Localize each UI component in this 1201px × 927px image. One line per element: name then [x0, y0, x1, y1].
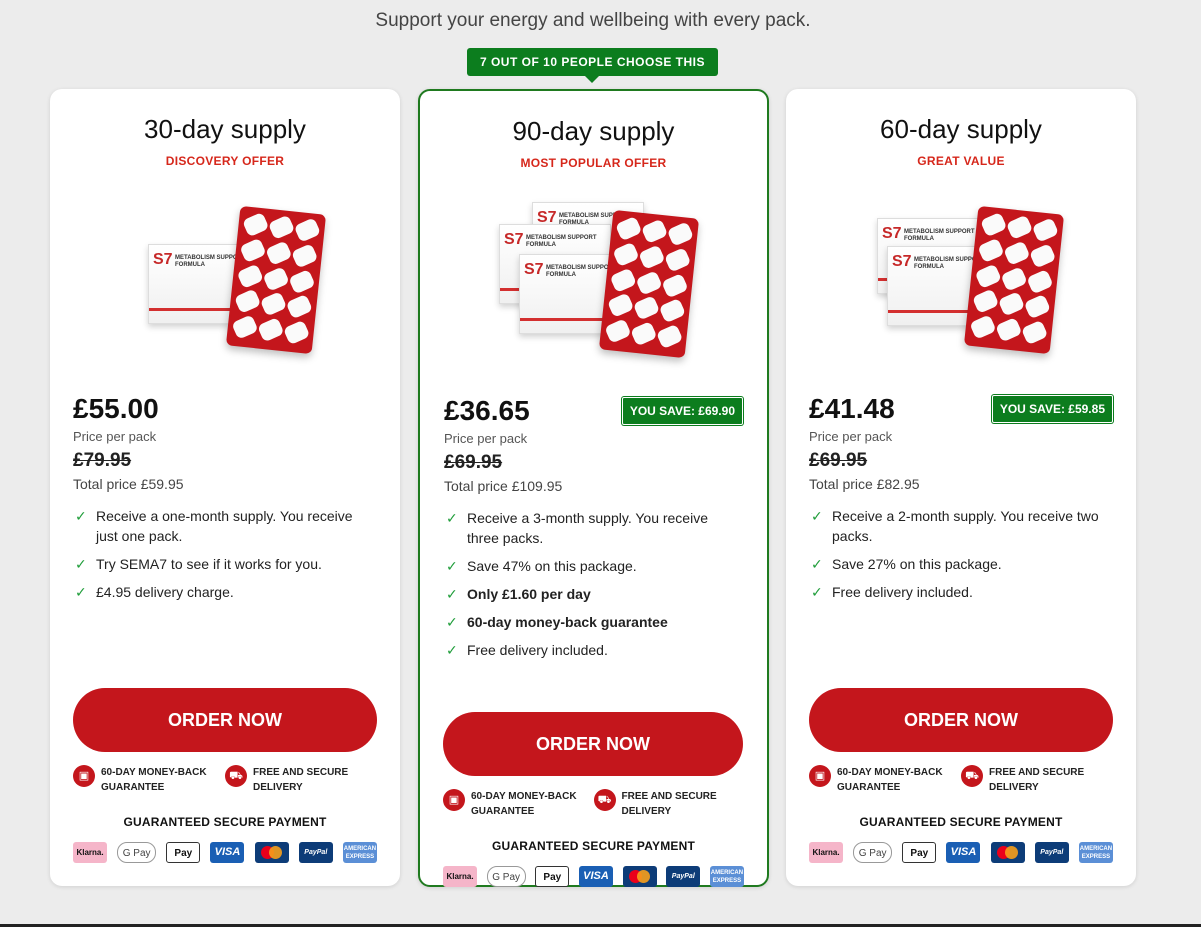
feature-item: ✓ Receive a one-month supply. You receive…: [75, 508, 353, 544]
amex-icon: AMERICAN EXPRESS: [342, 842, 377, 863]
secure-payment-title: GUARANTEED SECURE PAYMENT: [859, 815, 1063, 829]
wallet-icon: ▣: [443, 789, 465, 811]
visa-icon: VISA: [946, 842, 981, 863]
total-price: Total price £109.95: [444, 478, 563, 494]
payment-methods: Klarna. G Pay Pay VISA PayPal AMERICAN E…: [443, 866, 744, 888]
you-save-badge: YOU SAVE: £69.90: [621, 397, 743, 425]
apple-pay-icon: Pay: [902, 842, 937, 863]
plan-card-30-day: 30-day supply DISCOVERY OFFER S7 METABOL…: [50, 89, 400, 886]
old-price: £79.95: [73, 450, 132, 471]
secure-payment-title: GUARANTEED SECURE PAYMENT: [123, 815, 327, 829]
price-per-pack-label: Price per pack: [444, 431, 528, 446]
check-icon: ✓: [446, 586, 458, 602]
feature-item: ✓ £4.95 delivery charge.: [75, 584, 234, 600]
blister-pack: [963, 205, 1065, 355]
plan-card-90-day: 90-day supply MOST POPULAR OFFER S7 META…: [418, 89, 769, 887]
paypal-icon: PayPal: [1034, 842, 1069, 863]
product-image: S7 METABOLISM SUPPORT FORMULA S7 METABOLI…: [444, 190, 743, 395]
feature-list: ✓ Receive a 2-month supply. You receive t…: [809, 506, 1113, 602]
feature-item: ✓ Receive a 3-month supply. You receive t…: [446, 510, 708, 546]
plan-title: 30-day supply: [144, 114, 306, 144]
truck-icon: ⛟: [225, 765, 247, 787]
check-icon: ✓: [811, 508, 823, 524]
apple-pay-icon: Pay: [535, 866, 570, 887]
check-icon: ✓: [811, 556, 823, 572]
price-per-pack-label: Price per pack: [73, 429, 157, 444]
price-per-pack-label: Price per pack: [809, 429, 893, 444]
order-now-button[interactable]: ORDER NOW: [73, 688, 377, 752]
check-icon: ✓: [75, 556, 87, 572]
feature-item: ✓ Free delivery included.: [446, 642, 608, 658]
paypal-icon: PayPal: [298, 842, 333, 863]
plan-title: 60-day supply: [880, 114, 1042, 144]
feature-item: ✓ 60-day money-back guarantee: [446, 614, 668, 630]
paypal-icon: PayPal: [666, 866, 701, 887]
visa-icon: VISA: [578, 866, 613, 887]
free-delivery: FREE AND SECURE DELIVERY: [989, 767, 1085, 793]
page-subtitle: Support your energy and wellbeing with e…: [375, 10, 811, 31]
truck-icon: ⛟: [961, 765, 983, 787]
google-pay-icon: G Pay: [486, 866, 526, 887]
money-back-guarantee: 60-DAY MONEY-BACK GUARANTEE: [101, 767, 207, 793]
amex-icon: AMERICAN EXPRESS: [709, 866, 744, 887]
check-icon: ✓: [811, 584, 823, 600]
feature-list: ✓ Receive a one-month supply. You receive…: [73, 506, 377, 602]
blister-pack: [225, 205, 327, 355]
klarna-icon: Klarna.: [809, 842, 843, 863]
plan-card-60-day: 60-day supply GREAT VALUE S7 METABOLISM …: [786, 89, 1136, 886]
wallet-icon: ▣: [809, 765, 831, 787]
mastercard-icon: [622, 866, 657, 887]
plan-title: 90-day supply: [512, 116, 675, 146]
feature-item: ✓ Receive a 2-month supply. You receive t…: [811, 508, 1099, 544]
offer-label: MOST POPULAR OFFER: [520, 156, 667, 170]
check-icon: ✓: [446, 510, 458, 526]
offer-label: DISCOVERY OFFER: [165, 154, 285, 168]
check-icon: ✓: [446, 558, 458, 574]
amex-icon: AMERICAN EXPRESS: [1078, 842, 1113, 863]
apple-pay-icon: Pay: [166, 842, 201, 863]
money-back-guarantee: 60-DAY MONEY-BACK GUARANTEE: [471, 791, 577, 817]
order-now-button[interactable]: ORDER NOW: [809, 688, 1113, 752]
check-icon: ✓: [446, 614, 458, 630]
visa-icon: VISA: [210, 842, 245, 863]
money-back-guarantee: 60-DAY MONEY-BACK GUARANTEE: [837, 767, 943, 793]
price-per-pack: £55.00: [73, 393, 159, 424]
offer-label: GREAT VALUE: [917, 154, 1005, 168]
feature-item: ✓ Save 47% on this package.: [446, 558, 637, 574]
total-price: Total price £82.95: [809, 476, 920, 492]
wallet-icon: ▣: [73, 765, 95, 787]
old-price: £69.95: [444, 452, 503, 473]
check-icon: ✓: [75, 508, 87, 524]
check-icon: ✓: [75, 584, 87, 600]
guarantees-row: ▣ 60-DAY MONEY-BACK GUARANTEE ⛟ FREE AND S…: [443, 789, 744, 819]
old-price: £69.95: [809, 450, 868, 471]
feature-list: ✓ Receive a 3-month supply. You receive t…: [444, 508, 743, 660]
most-chosen-badge: 7 OUT OF 10 PEOPLE CHOOSE THIS: [467, 48, 718, 83]
guarantees-row: ▣ 60-DAY MONEY-BACK GUARANTEE ⛟ FREE AND S…: [73, 765, 377, 795]
total-price: Total price £59.95: [73, 476, 184, 492]
feature-item: ✓ Try SEMA7 to see if it works for you.: [75, 556, 322, 572]
klarna-icon: Klarna.: [73, 842, 107, 863]
secure-payment-title: GUARANTEED SECURE PAYMENT: [491, 839, 696, 853]
blister-pack: [598, 209, 700, 359]
guarantees-row: ▣ 60-DAY MONEY-BACK GUARANTEE ⛟ FREE AND S…: [809, 765, 1113, 795]
free-delivery: FREE AND SECURE DELIVERY: [621, 791, 717, 817]
klarna-icon: Klarna.: [443, 866, 477, 887]
order-now-button[interactable]: ORDER NOW: [443, 712, 743, 776]
google-pay-icon: G Pay: [853, 842, 893, 863]
mastercard-icon: [990, 842, 1025, 863]
payment-methods: Klarna. G Pay Pay VISA PayPal AMERICAN E…: [809, 842, 1113, 864]
google-pay-icon: G Pay: [117, 842, 157, 863]
feature-item: ✓ Only £1.60 per day: [446, 586, 591, 602]
truck-icon: ⛟: [593, 789, 616, 811]
feature-item: ✓ Save 27% on this package.: [811, 556, 1002, 572]
payment-methods: Klarna. G Pay Pay VISA PayPal AMERICAN E…: [73, 842, 377, 864]
you-save-badge: YOU SAVE: £59.85: [991, 395, 1113, 423]
free-delivery: FREE AND SECURE DELIVERY: [253, 767, 349, 793]
product-image: S7 METABOLISM SUPPORT FORMULA S7 METABOLI…: [809, 188, 1113, 393]
mastercard-icon: [254, 842, 289, 863]
feature-item: ✓ Free delivery included.: [811, 584, 973, 600]
product-image: S7 METABOLISM SUPPORT FORMULA: [73, 188, 377, 393]
check-icon: ✓: [446, 642, 458, 658]
